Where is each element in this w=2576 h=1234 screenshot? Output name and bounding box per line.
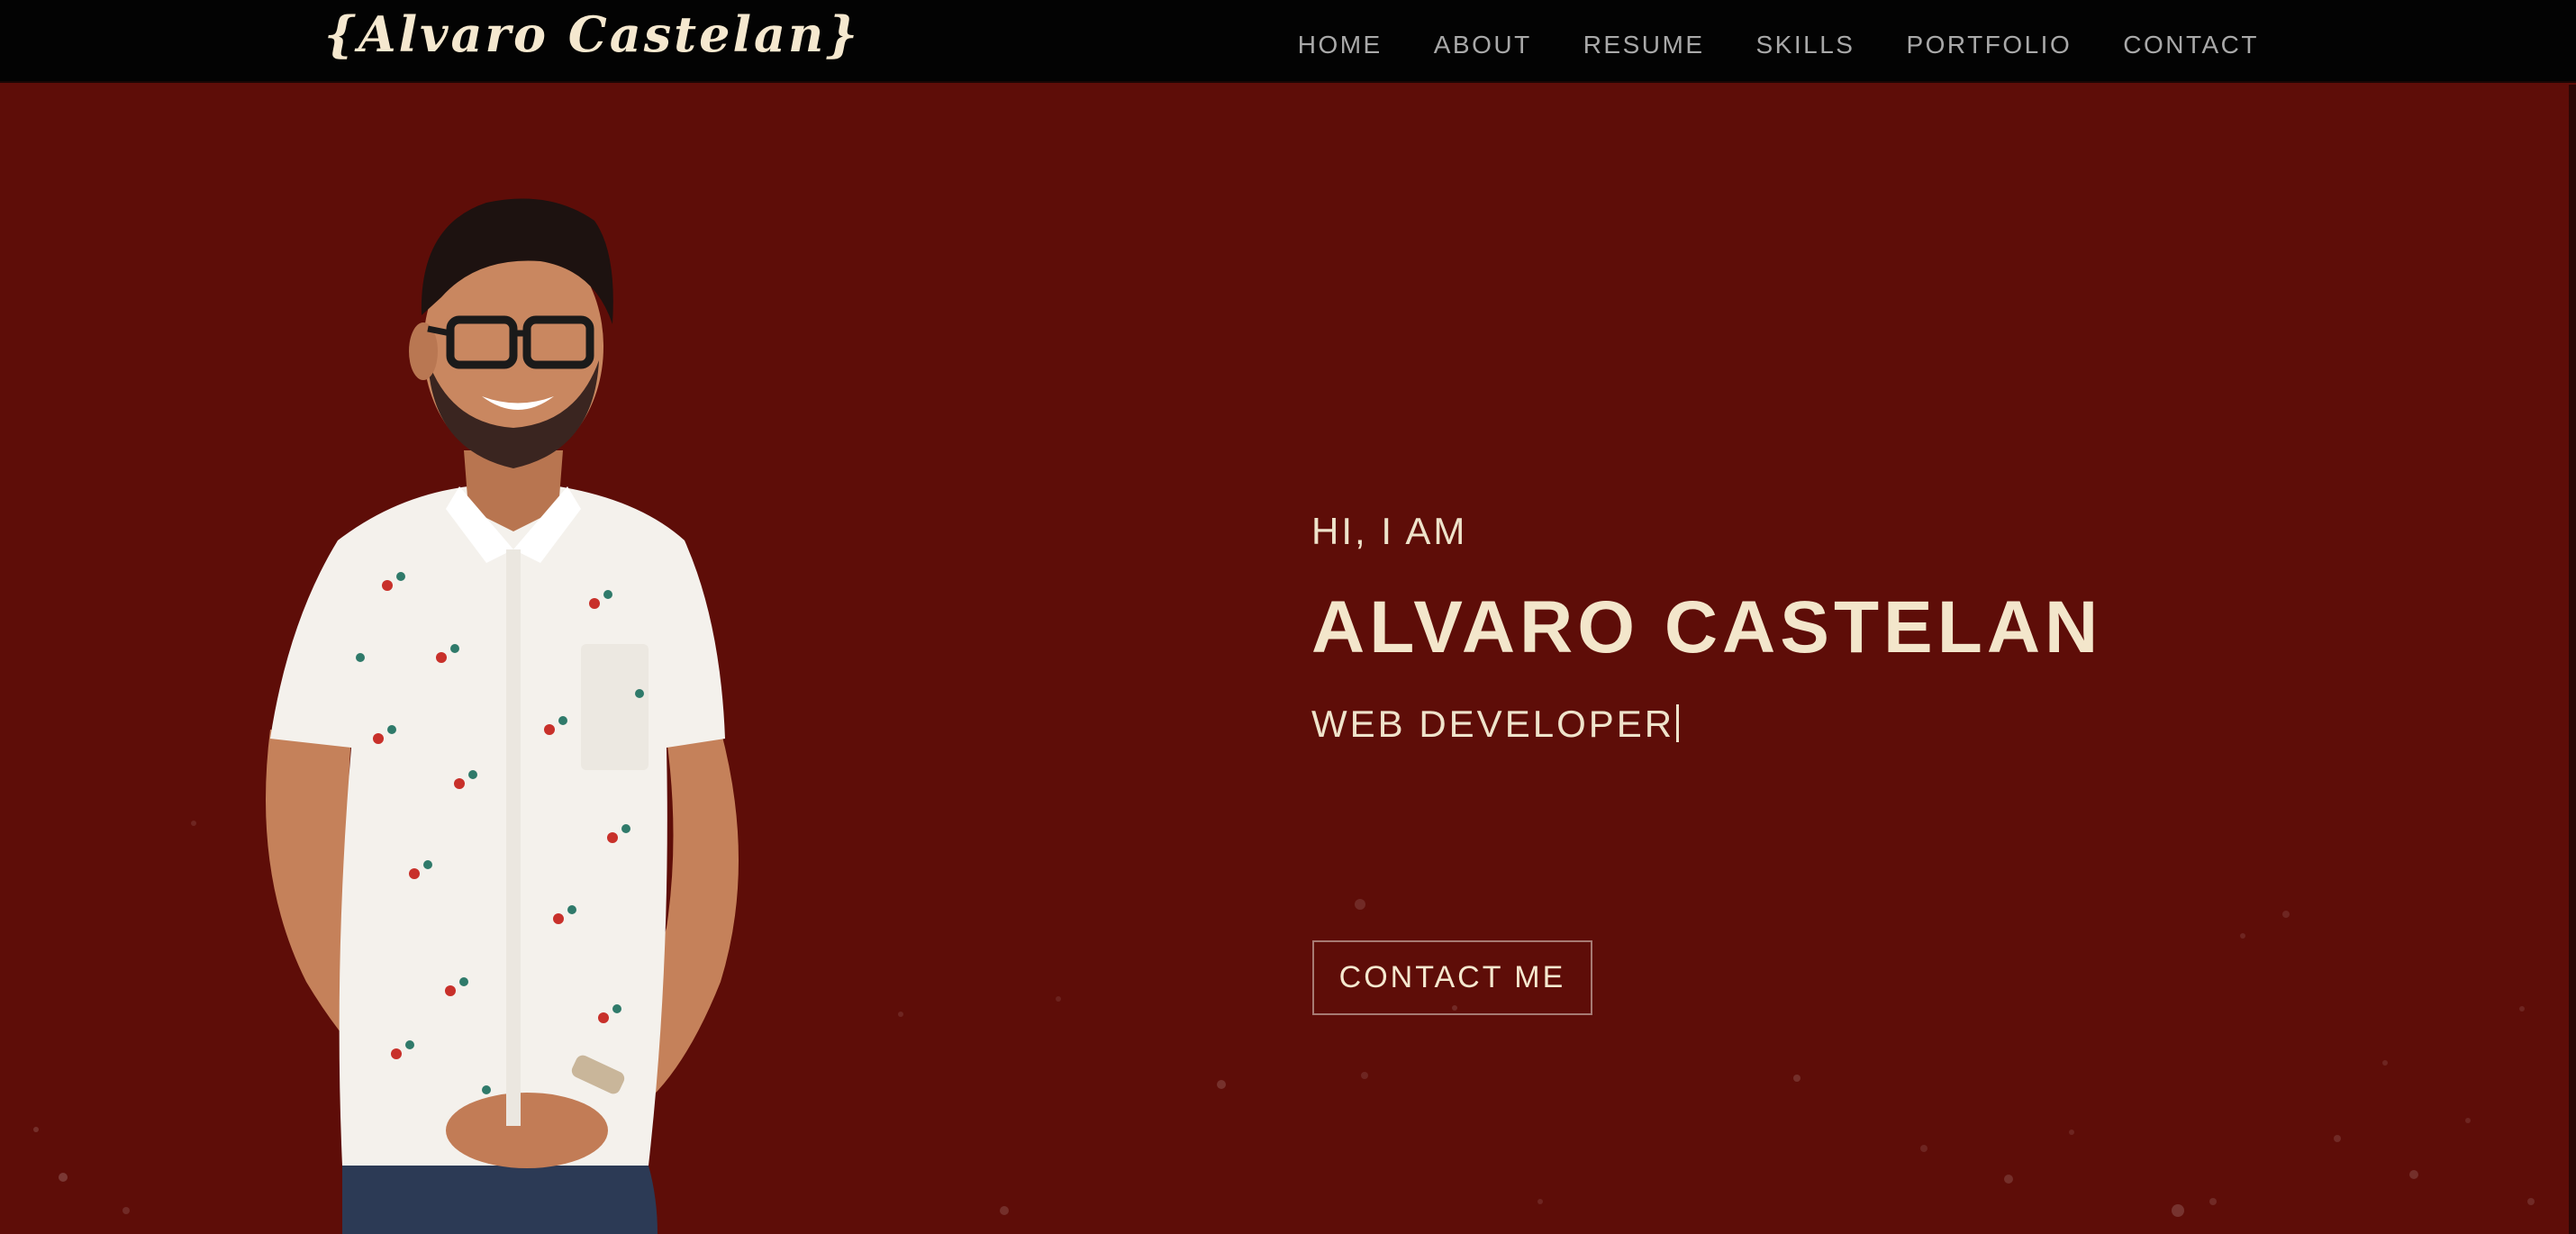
main-nav: HOME ABOUT RESUME SKILLS PORTFOLIO CONTA… [1298, 0, 2259, 90]
page-scrollbar[interactable] [2569, 85, 2576, 1234]
portrait-image [266, 198, 739, 1234]
hero-greeting: HI, I AM [1311, 510, 1468, 552]
hero-section: HI, I AM ALVARO CASTELAN WEB DEVELOPER C… [0, 85, 2576, 1234]
nav-portfolio[interactable]: PORTFOLIO [1906, 31, 2072, 59]
hero-role-text: WEB DEVELOPER [1311, 703, 1675, 745]
nav-resume[interactable]: RESUME [1583, 31, 1705, 59]
typing-cursor [1676, 704, 1680, 742]
nav-about[interactable]: ABOUT [1434, 31, 1532, 59]
nav-home[interactable]: HOME [1298, 31, 1383, 59]
contact-me-button[interactable]: CONTACT ME [1312, 940, 1592, 1015]
hero-name: ALVARO CASTELAN [1311, 586, 2103, 668]
nav-contact[interactable]: CONTACT [2123, 31, 2259, 59]
top-navbar: {Alvaro Castelan} HOME ABOUT RESUME SKIL… [0, 0, 2576, 83]
nav-skills[interactable]: SKILLS [1756, 31, 1855, 59]
hero-role: WEB DEVELOPER [1311, 703, 1680, 746]
site-logo[interactable]: {Alvaro Castelan} [324, 4, 860, 65]
